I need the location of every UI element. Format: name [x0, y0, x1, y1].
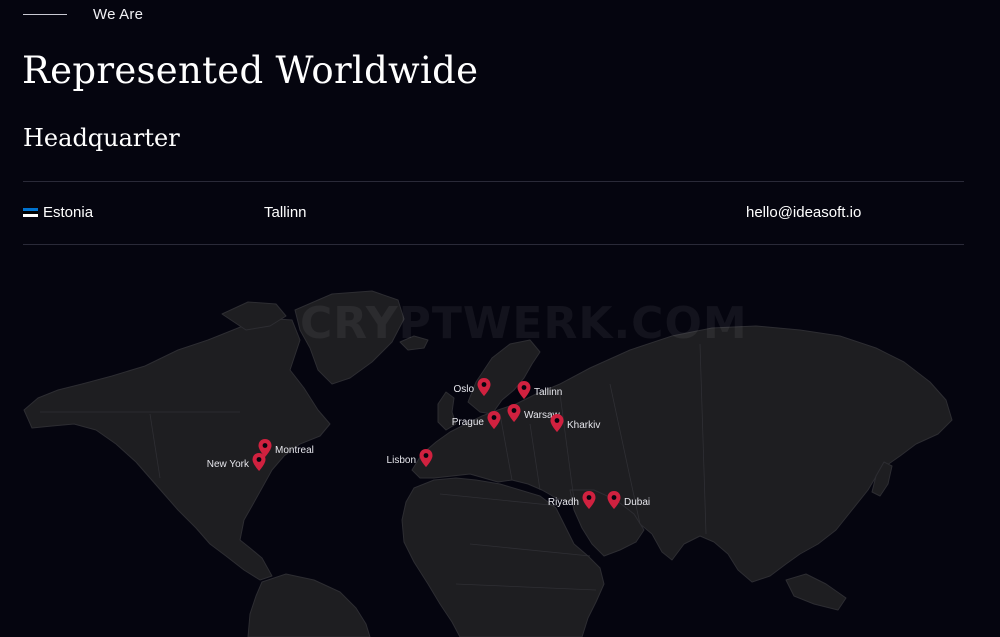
hq-city: Tallinn: [264, 204, 307, 221]
south-america-shape: [247, 573, 371, 637]
map-pin-icon[interactable]: [477, 378, 491, 396]
map-pin-icon[interactable]: [487, 411, 501, 429]
city-label-tallinn: Tallinn: [534, 387, 563, 398]
eyebrow-divider: [23, 14, 67, 15]
map-pin-icon[interactable]: [507, 404, 521, 422]
city-label-kharkiv: Kharkiv: [567, 420, 601, 431]
estonia-flag-icon: [23, 207, 38, 218]
city-label-new-york: New York: [206, 459, 249, 470]
eyebrow: We Are: [23, 6, 143, 23]
city-label-oslo: Oslo: [453, 384, 474, 395]
city-label-prague: Prague: [451, 417, 484, 428]
southeast-asia-shape: [785, 573, 847, 611]
map-pin-icon[interactable]: [252, 453, 266, 471]
eyebrow-text: We Are: [93, 6, 144, 23]
city-label-riyadh: Riyadh: [547, 497, 579, 508]
world-map: CRYPTWERK.COM: [0, 244, 1000, 637]
city-label-lisbon: Lisbon: [386, 455, 416, 466]
flag-stripe-bottom: [23, 214, 38, 218]
hq-country-label: Estonia: [43, 204, 94, 221]
map-pin-icon[interactable]: [517, 381, 531, 399]
watermark: CRYPTWERK.COM: [300, 298, 748, 349]
city-label-dubai: Dubai: [624, 497, 651, 508]
city-label-montreal: Montreal: [275, 445, 314, 456]
map-pin-icon[interactable]: [582, 491, 596, 509]
map-pin-icon[interactable]: [550, 414, 564, 432]
headquarter-row: Estonia Tallinn hello@ideasoft.io: [23, 181, 964, 245]
headquarter-title: Headquarter: [23, 124, 180, 152]
hq-country: Estonia: [23, 204, 93, 221]
hq-email-link[interactable]: hello@ideasoft.io: [746, 204, 861, 221]
map-pin-icon[interactable]: [607, 491, 621, 509]
map-pin-icon[interactable]: [419, 449, 433, 467]
page-title: Represented Worldwide: [22, 49, 479, 92]
